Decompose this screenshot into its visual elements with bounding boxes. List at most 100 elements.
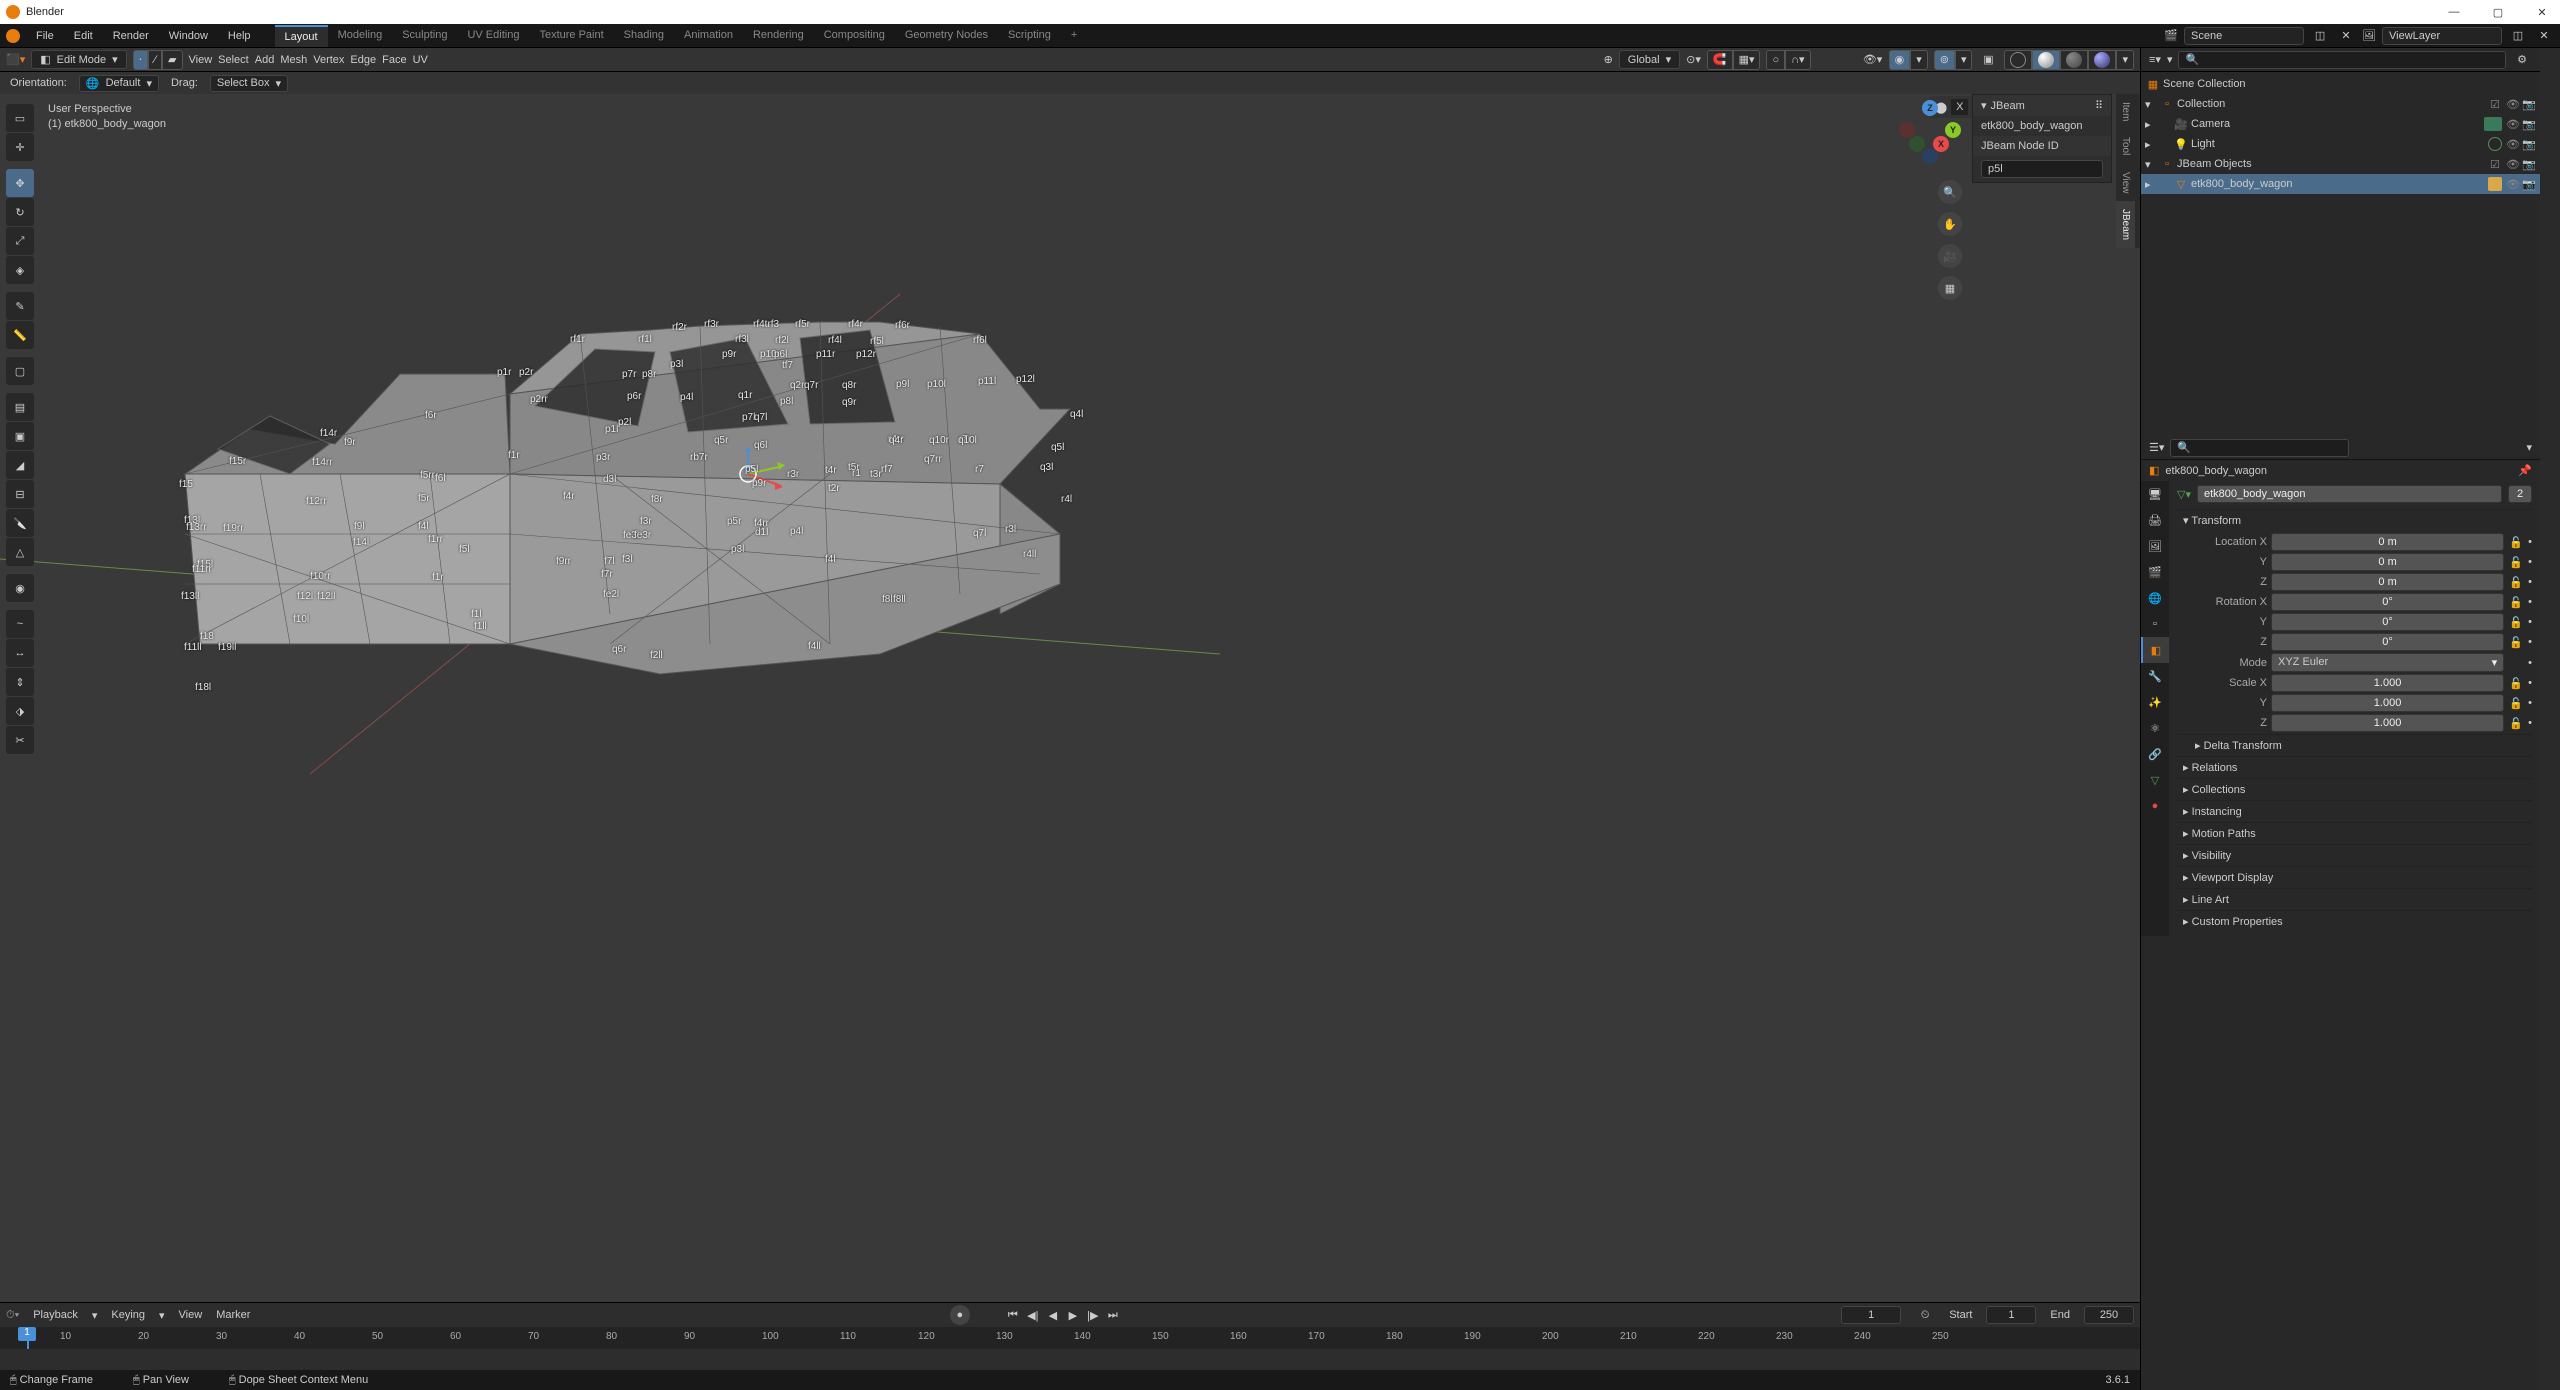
tl-view[interactable]: View	[179, 1309, 203, 1321]
visibility-selectable-icon[interactable]: 👁▾	[1863, 50, 1883, 70]
autokey-button[interactable]: ●	[950, 1305, 970, 1325]
section-viewport-display[interactable]: Viewport Display	[2177, 866, 2532, 888]
tab-scripting[interactable]: Scripting	[998, 25, 1061, 47]
editor-type-icon[interactable]: ⬛▾	[6, 53, 25, 66]
camera-view-icon[interactable]: 🎥	[1938, 244, 1962, 268]
section-collections[interactable]: Collections	[2177, 778, 2532, 800]
annotate-tool[interactable]: ✎	[6, 292, 34, 320]
drag-select[interactable]: Select Box ▾	[210, 75, 288, 92]
tab-texture-paint[interactable]: Texture Paint	[529, 25, 613, 47]
scale-tool[interactable]: ⤢	[6, 227, 34, 255]
bevel-tool[interactable]: ◢	[6, 451, 34, 479]
proportional-toggle[interactable]: ○	[1766, 50, 1785, 70]
dopesheet-icon[interactable]: ⏱▾	[6, 1309, 19, 1322]
tl-keying[interactable]: Keying	[111, 1309, 145, 1321]
delete-scene-button[interactable]: ✕	[2336, 26, 2356, 46]
shading-dropdown[interactable]: ▾	[2116, 50, 2134, 70]
tree-scene-collection[interactable]: ▦Scene Collection	[2141, 74, 2540, 94]
zoom-icon[interactable]: 🔍	[1938, 180, 1962, 204]
section-relations[interactable]: Relations	[2177, 756, 2532, 778]
sec-menu-select[interactable]: Select	[218, 54, 249, 66]
sec-menu-view[interactable]: View	[189, 54, 213, 66]
prop-tab-render[interactable]: 🖥	[2141, 481, 2169, 507]
start-frame-input[interactable]	[1986, 1306, 2036, 1324]
overlays-dropdown[interactable]: ▾	[1955, 50, 1973, 70]
move-tool[interactable]: ✥	[6, 169, 34, 197]
tab-layout[interactable]: Layout	[275, 25, 328, 47]
scale-z-input[interactable]	[2271, 714, 2504, 732]
props-options-icon[interactable]: ▾	[2526, 441, 2532, 454]
prop-tab-scene[interactable]: 🎬	[2141, 559, 2169, 585]
jump-start-button[interactable]: ⏮	[1004, 1306, 1022, 1324]
close-button[interactable]: ✕	[2530, 0, 2554, 24]
menu-window[interactable]: Window	[159, 26, 218, 46]
outliner-display-icon[interactable]: ▾	[2167, 53, 2173, 66]
new-viewlayer-button[interactable]: ◫	[2508, 26, 2528, 46]
matprev-shading[interactable]	[2060, 50, 2088, 70]
section-motion-paths[interactable]: Motion Paths	[2177, 822, 2532, 844]
extrude-region-tool[interactable]: ▤	[6, 393, 34, 421]
maximize-button[interactable]: ▢	[2486, 0, 2510, 24]
ntab-jbeam[interactable]: JBeam	[2116, 201, 2135, 248]
edge-slide-tool[interactable]: ↔	[6, 639, 34, 667]
vertex-select-button[interactable]: ⋅	[133, 50, 149, 70]
keyframe-next-button[interactable]: |▶	[1084, 1306, 1102, 1324]
section-custom-properties[interactable]: Custom Properties	[2177, 910, 2532, 932]
current-frame-marker[interactable]: 1	[18, 1327, 36, 1341]
play-reverse-button[interactable]: ◀	[1044, 1306, 1062, 1324]
nav-z-axis[interactable]: Z	[1922, 100, 1938, 116]
gizmo-dropdown[interactable]: ▾	[1910, 50, 1928, 70]
props-data-name[interactable]	[2197, 485, 2502, 503]
nav-neg-x[interactable]	[1899, 122, 1915, 138]
rot-z-input[interactable]	[2271, 633, 2504, 651]
outliner-search[interactable]	[2178, 51, 2506, 69]
tl-marker[interactable]: Marker	[216, 1309, 250, 1321]
xray-toggle[interactable]: ▣	[1978, 50, 1998, 70]
section-visibility[interactable]: Visibility	[2177, 844, 2532, 866]
outliner-filter-icon[interactable]: ⚙	[2512, 50, 2532, 70]
scale-y-input[interactable]	[2271, 694, 2504, 712]
sec-menu-uv[interactable]: UV	[413, 54, 428, 66]
tab-shading[interactable]: Shading	[614, 25, 674, 47]
timeline-strip[interactable]: 1 10203040506070809010011012013014015016…	[0, 1327, 2140, 1349]
outliner-editor-icon[interactable]: ≡▾	[2149, 53, 2161, 66]
face-select-button[interactable]: ▰	[162, 50, 182, 70]
scene-input[interactable]	[2184, 27, 2304, 45]
prop-tab-collection[interactable]: ▫	[2141, 611, 2169, 637]
shrink-fatten-tool[interactable]: ⇕	[6, 668, 34, 696]
loc-y-input[interactable]	[2271, 553, 2504, 571]
props-pin-icon[interactable]: 📌	[2518, 464, 2532, 477]
scale-x-input[interactable]	[2271, 674, 2504, 692]
tree-camera[interactable]: ▸🎥Camera 👁📷	[2141, 114, 2540, 134]
viewport-3d[interactable]: ▭ ✛ ✥ ↻ ⤢ ◈ ✎ 📏 ▢ ▤ ▣ ◢ ⊟ 🔪 △ ◉ ~ ↔ ⇕ ⬗	[0, 94, 2140, 1302]
add-cube-tool[interactable]: ▢	[6, 357, 34, 385]
npanel-nodeid-input[interactable]	[1981, 160, 2103, 178]
rotation-mode-select[interactable]: XYZ Euler▾	[2271, 653, 2504, 672]
menu-help[interactable]: Help	[218, 26, 261, 46]
tab-rendering[interactable]: Rendering	[743, 25, 814, 47]
tree-light[interactable]: ▸💡Light 👁📷	[2141, 134, 2540, 154]
tab-uv-editing[interactable]: UV Editing	[457, 25, 529, 47]
tab-compositing[interactable]: Compositing	[814, 25, 895, 47]
ntab-item[interactable]: Item	[2116, 94, 2135, 129]
cursor-tool[interactable]: ✛	[6, 133, 34, 161]
prop-tab-particles[interactable]: ✨	[2141, 689, 2169, 715]
delete-viewlayer-button[interactable]: ✕	[2534, 26, 2554, 46]
tab-sculpting[interactable]: Sculpting	[392, 25, 457, 47]
rot-y-input[interactable]	[2271, 613, 2504, 631]
tab-animation[interactable]: Animation	[674, 25, 743, 47]
prop-tab-material[interactable]: ●	[2141, 793, 2169, 819]
section-line-art[interactable]: Line Art	[2177, 888, 2532, 910]
rip-region-tool[interactable]: ✂	[6, 726, 34, 754]
tl-playback[interactable]: Playback	[33, 1309, 78, 1321]
prop-tab-mesh[interactable]: ▽	[2141, 767, 2169, 793]
sec-menu-face[interactable]: Face	[382, 54, 406, 66]
jump-end-button[interactable]: ⏭	[1104, 1306, 1122, 1324]
current-frame-input[interactable]	[1841, 1306, 1901, 1324]
viewlayer-input[interactable]	[2382, 27, 2502, 45]
menu-edit[interactable]: Edit	[64, 26, 103, 46]
overlays-toggle[interactable]: ⊚	[1934, 50, 1955, 70]
shear-tool[interactable]: ⬗	[6, 697, 34, 725]
new-scene-button[interactable]: ◫	[2310, 26, 2330, 46]
transform-space-select[interactable]: Global▾	[1619, 50, 1680, 69]
